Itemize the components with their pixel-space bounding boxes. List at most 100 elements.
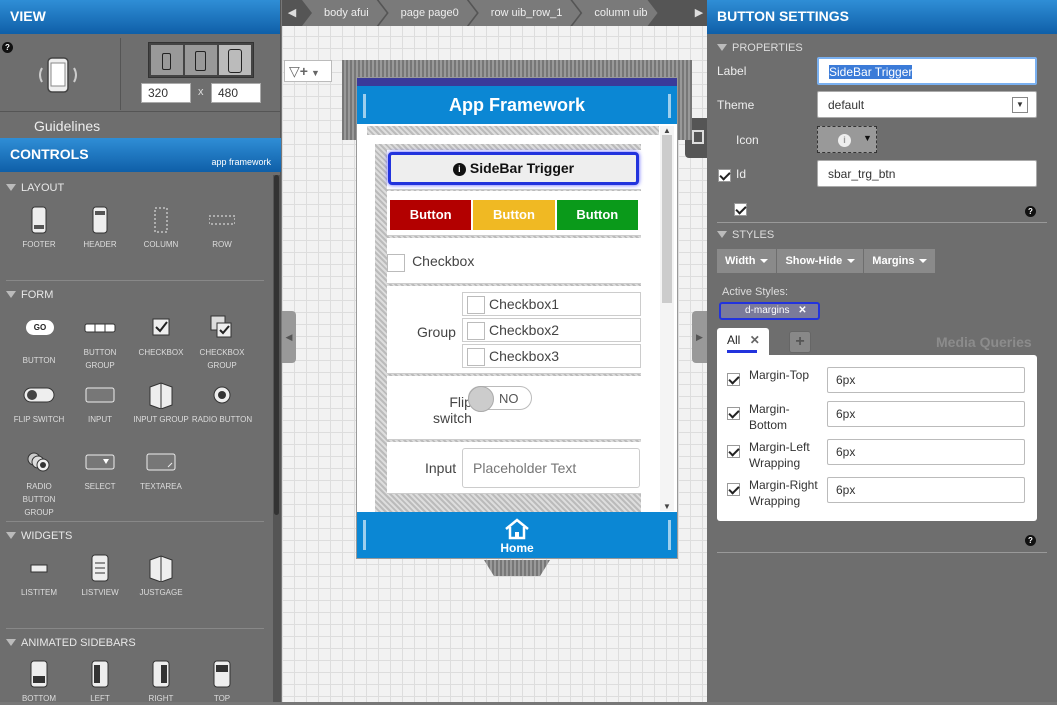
- red-button[interactable]: Button: [389, 199, 473, 231]
- control-sidebar-right[interactable]: RIGHT: [130, 660, 192, 705]
- breadcrumb-item[interactable]: body afui: [302, 0, 387, 26]
- control-radio-button-group[interactable]: RADIO BUTTON GROUP: [8, 448, 70, 519]
- button-group-icon: [84, 314, 116, 342]
- control-checkbox-group[interactable]: CHECKBOX GROUP: [191, 314, 253, 372]
- control-header[interactable]: HEADER: [69, 206, 131, 251]
- breadcrumb-item[interactable]: row uib_row_1: [469, 0, 581, 26]
- margin-top-input[interactable]: 6px: [827, 367, 1025, 393]
- widgets-section-header[interactable]: WIDGETS: [0, 526, 78, 546]
- checkbox-box[interactable]: [387, 254, 405, 273]
- green-button[interactable]: Button: [555, 199, 639, 231]
- checkbox-row[interactable]: Checkbox: [387, 238, 641, 284]
- placeholder-input[interactable]: [462, 448, 640, 488]
- control-flip-switch[interactable]: FLIP SWITCH: [8, 381, 70, 426]
- margin-top-checkbox[interactable]: [727, 373, 740, 386]
- home-icon: [505, 518, 529, 540]
- app-header-title: App Framework: [448, 95, 586, 115]
- control-row[interactable]: ROW: [191, 206, 253, 251]
- left-panel: VIEW ? x Guidelines CONTROLS app framewo…: [0, 0, 281, 705]
- margin-left-checkbox[interactable]: [727, 445, 740, 458]
- home-tab[interactable]: Home: [495, 518, 539, 555]
- margin-left-input[interactable]: 6px: [827, 439, 1025, 465]
- control-footer[interactable]: FOOTER: [8, 206, 70, 251]
- add-media-query-button[interactable]: +: [789, 331, 811, 353]
- control-select[interactable]: SELECT: [69, 448, 131, 493]
- margins-panel: Margin-Top 6px Margin-Bottom 6px Margin-Le…: [717, 355, 1037, 521]
- close-tab-icon[interactable]: ✕: [750, 333, 760, 347]
- id-label: Id: [736, 167, 747, 181]
- styles-help-icon[interactable]: ?: [1025, 535, 1036, 546]
- breadcrumb-item[interactable]: column uib: [572, 0, 657, 26]
- collapse-right-panel-button[interactable]: ▶: [692, 311, 707, 363]
- rotate-device-icon[interactable]: [38, 56, 78, 94]
- controls-scrollbar[interactable]: [273, 175, 280, 702]
- filter-add-tool[interactable]: ▽+ ▼: [284, 60, 332, 82]
- width-style-button[interactable]: Width: [717, 249, 777, 273]
- control-checkbox[interactable]: CHECKBOX: [130, 314, 192, 359]
- tab-all[interactable]: All ✕: [717, 328, 769, 355]
- id-input[interactable]: sbar_trg_btn: [817, 160, 1037, 187]
- control-listitem[interactable]: LISTITEM: [8, 554, 70, 599]
- theme-select[interactable]: default ▼: [817, 91, 1037, 118]
- properties-help-icon[interactable]: ?: [1025, 206, 1036, 217]
- sidebar-trigger-button[interactable]: i SideBar Trigger: [388, 152, 639, 185]
- flip-switch-icon: [23, 381, 55, 409]
- phone-small-icon[interactable]: [151, 45, 183, 75]
- control-input[interactable]: INPUT: [69, 381, 131, 426]
- breadcrumb: ◀ body afui page page0 row uib_row_1 col…: [282, 0, 707, 26]
- phone-scrollbar[interactable]: ▲ ▼: [660, 126, 674, 511]
- active-style-badge[interactable]: d-margins ✕: [719, 302, 820, 320]
- show-hide-style-button[interactable]: Show-Hide: [777, 249, 864, 273]
- control-sidebar-bottom[interactable]: BOTTOM: [8, 660, 70, 705]
- width-input[interactable]: [141, 83, 191, 103]
- layout-section-header[interactable]: LAYOUT: [0, 178, 70, 198]
- breadcrumb-right-arrow-icon[interactable]: ▶: [691, 0, 707, 26]
- radio-group-icon: [26, 448, 52, 476]
- control-justgage[interactable]: JUSTGAGE: [130, 554, 192, 599]
- remove-style-icon[interactable]: ✕: [798, 305, 806, 316]
- collapse-left-panel-button[interactable]: ◀: [282, 311, 296, 363]
- justgage-icon: [148, 554, 174, 583]
- control-button-group[interactable]: BUTTON GROUP: [69, 314, 131, 372]
- icon-picker[interactable]: i ▼: [817, 126, 877, 153]
- control-button[interactable]: GO BUTTON: [8, 314, 70, 367]
- phone-medium-icon[interactable]: [185, 45, 217, 75]
- control-column[interactable]: COLUMN: [130, 206, 192, 251]
- group-checkbox-1[interactable]: Checkbox1: [462, 292, 641, 316]
- info-icon: i: [838, 134, 851, 147]
- breadcrumb-item[interactable]: page page0: [379, 0, 477, 26]
- view-divider: [120, 38, 121, 110]
- sidebar-top-icon: [209, 660, 235, 688]
- margins-style-button[interactable]: Margins: [864, 249, 936, 273]
- app-header[interactable]: App Framework: [357, 86, 677, 124]
- group-checkbox-3[interactable]: Checkbox3: [462, 344, 641, 368]
- control-sidebar-top[interactable]: TOP: [191, 660, 253, 705]
- margin-right-checkbox[interactable]: [727, 483, 740, 496]
- id-checkbox[interactable]: [734, 203, 748, 216]
- textarea-icon: [146, 448, 176, 476]
- styles-section-header[interactable]: STYLES: [717, 229, 774, 241]
- height-input[interactable]: [211, 83, 261, 103]
- controls-subtitle: app framework: [211, 157, 271, 167]
- breadcrumb-left-arrow-icon[interactable]: ◀: [282, 0, 302, 26]
- group-checkbox-2[interactable]: Checkbox2: [462, 318, 641, 342]
- control-listview[interactable]: LISTVIEW: [69, 554, 131, 599]
- control-input-group[interactable]: INPUT GROUP: [130, 381, 192, 426]
- view-help-icon[interactable]: ?: [2, 42, 13, 53]
- input-label: Input: [425, 460, 457, 476]
- margin-right-input[interactable]: 6px: [827, 477, 1025, 503]
- yellow-button[interactable]: Button: [472, 199, 556, 231]
- form-section-header[interactable]: FORM: [0, 285, 59, 305]
- animated-sidebars-section-header[interactable]: ANIMATED SIDEBARS: [0, 633, 142, 653]
- properties-section-header[interactable]: PROPERTIES: [717, 42, 803, 54]
- view-header: VIEW: [0, 0, 280, 34]
- icon-checkbox[interactable]: [718, 169, 731, 182]
- phone-large-icon[interactable]: [219, 45, 251, 75]
- control-textarea[interactable]: TEXTAREA: [130, 448, 192, 493]
- margin-bottom-input[interactable]: 6px: [827, 401, 1025, 427]
- flip-switch[interactable]: NO: [468, 386, 532, 412]
- control-sidebar-left[interactable]: LEFT: [69, 660, 131, 705]
- margin-bottom-checkbox[interactable]: [727, 407, 740, 420]
- label-input[interactable]: SideBar Trigger: [817, 57, 1037, 85]
- control-radio-button[interactable]: RADIO BUTTON: [191, 381, 253, 426]
